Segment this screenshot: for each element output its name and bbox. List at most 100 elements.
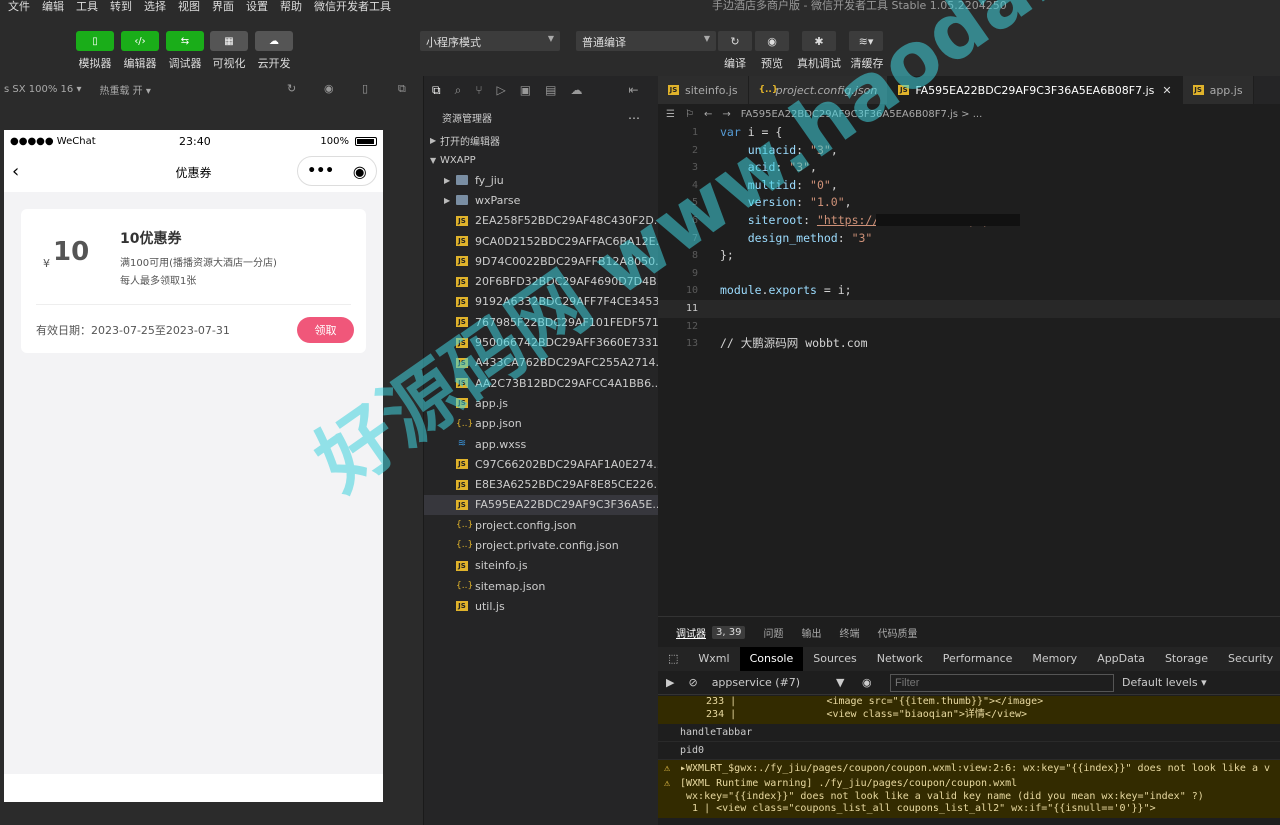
record-icon[interactable]: ◉ [324,82,334,95]
eye-icon[interactable]: ◉ [862,676,872,689]
editor-tab[interactable]: JS siteinfo.js [658,76,749,104]
debugger-toggle-button[interactable]: ⇆ [166,31,204,51]
tree-file[interactable]: {..} app.json [424,414,658,434]
real-device-debug-button[interactable]: ✱ [802,31,836,51]
back-arrow-icon[interactable]: ‹ [12,161,19,182]
mode-select[interactable]: 小程序模式 ▼ [420,31,560,51]
layout-icon: ▦ [224,35,234,47]
tab-code-quality[interactable]: 代码质量 [877,625,917,640]
tree-file[interactable]: JS E8E3A6252BDC29AF8E85CE226... [424,474,658,494]
tab-terminal[interactable]: 终端 [839,625,859,640]
source-control-icon[interactable]: ⑂ [475,83,482,97]
tree-file[interactable]: JS 20F6BFD32BDC29AF4690D7D4B... [424,271,658,291]
hotreload-select[interactable]: 热重载 开 ▾ [99,82,150,97]
cloud-func-icon[interactable]: ☁ [570,83,582,97]
clear-console-icon[interactable]: ⊘ [688,676,697,689]
panel-performance[interactable]: Performance [933,647,1023,671]
simulator-toggle-button[interactable]: ▯ [76,31,114,51]
sidebar-toggle-icon[interactable]: ▶ [666,676,674,689]
compile-select[interactable]: 普通编译 ▼ [576,31,716,51]
editor-toggle-button[interactable]: ‹/› [121,31,159,51]
menu-interface[interactable]: 界面 [212,1,234,13]
tab-debugger[interactable]: 调试器 [676,625,706,640]
outline-icon[interactable]: ▤ [545,83,556,97]
inspect-icon[interactable]: ⬚ [658,647,688,671]
popout-icon[interactable]: ⧉ [398,82,406,96]
menu-view[interactable]: 视图 [178,1,200,13]
panel-storage[interactable]: Storage [1155,647,1218,671]
tree-file[interactable]: {..} project.config.json [424,515,658,535]
bookmark-icon[interactable]: ⚐ [685,109,694,120]
tree-folder[interactable]: ▶ fy_jiu [424,170,658,190]
panel-network[interactable]: Network [867,647,933,671]
panel-console[interactable]: Console [739,647,804,671]
console-filter-input[interactable] [890,674,1114,692]
device-select[interactable]: s SX 100% 16 ▾ [4,84,81,95]
menu-help[interactable]: 帮助 [280,1,302,13]
tree-file[interactable]: JS 767985F22BDC29AF101FEDF571... [424,312,658,332]
tree-file[interactable]: JS C97C66202BDC29AFAF1A0E274... [424,454,658,474]
panel-memory[interactable]: Memory [1022,647,1087,671]
console-warning: 233 | <image src="{{item.thumb}}"></imag… [658,696,1280,724]
clear-cache-button[interactable]: ≋▾ [849,31,883,51]
rotate-icon[interactable]: ↻ [287,82,296,95]
menu-select[interactable]: 选择 [144,1,166,13]
breadcrumb-path[interactable]: FA595EA22BDC29AF9C3F36A5EA6B08F7.js > ..… [741,109,983,120]
code-line: 6 siteroot: "https://dem.../index.php", [658,212,1280,230]
editor-tab[interactable]: {..} project.config.json [748,76,889,104]
code-area[interactable]: 1 var i = { 2 uniacid: "3", 3 acid: "3", … [658,124,1280,353]
menu-file[interactable]: 文件 [8,1,30,13]
tree-file[interactable]: JS app.js [424,393,658,413]
tree-folder[interactable]: ▶ wxParse [424,190,658,210]
tree-file[interactable]: ≋ app.wxss [424,434,658,454]
files-icon[interactable]: ⧉ [432,83,441,98]
debug-run-icon[interactable]: ▷ [497,83,506,97]
tree-file[interactable]: {..} sitemap.json [424,576,658,596]
tab-output[interactable]: 输出 [801,625,821,640]
tree-file[interactable]: {..} project.private.config.json [424,535,658,555]
extensions-icon[interactable]: ▣ [520,83,531,97]
back-icon[interactable]: ← [704,109,712,120]
panel-appdata[interactable]: AppData [1087,647,1155,671]
menu-goto[interactable]: 转到 [110,1,132,13]
collapse-panel-icon[interactable]: ⇤ [628,83,638,97]
forward-icon[interactable]: → [722,109,730,120]
tree-file[interactable]: JS A433CA762BDC29AFC255A2714... [424,353,658,373]
panel-wxml[interactable]: Wxml [688,647,739,671]
workspace-root[interactable]: ▼ WXAPP [424,150,658,170]
open-editors-section[interactable]: ▶ 打开的编辑器 [424,130,658,150]
compile-button[interactable]: ↻ [718,31,752,51]
context-select[interactable]: appservice (#7) [712,676,800,689]
tree-file[interactable]: JS 9D74C0022BDC29AFFB12A8050... [424,251,658,271]
cloud-button[interactable]: ☁ [255,31,293,51]
more-actions-icon[interactable]: … [628,108,640,122]
tree-file[interactable]: JS 950066742BDC29AFF3660E7331... [424,332,658,352]
tree-file[interactable]: JS util.js [424,596,658,616]
menu-devtools[interactable]: 微信开发者工具 [314,1,391,13]
panel-sources[interactable]: Sources [803,647,867,671]
tab-problems[interactable]: 问题 [763,625,783,640]
preview-button[interactable]: ◉ [755,31,789,51]
device-icon[interactable]: ▯ [362,82,368,95]
menu-settings[interactable]: 设置 [246,1,268,13]
tree-file[interactable]: JS siteinfo.js [424,556,658,576]
editor-tab[interactable]: JS app.js [1182,76,1254,104]
levels-select[interactable]: Default levels ▾ [1122,676,1207,689]
editor-tab[interactable]: JS FA595EA22BDC29AF9C3F36A5EA6B08F7.js ✕ [888,76,1183,104]
tree-file[interactable]: JS 9CA0D2152BDC29AFFAC6BA12E... [424,231,658,251]
panel-security[interactable]: Security [1218,647,1280,671]
close-icon[interactable]: ✕ [1162,84,1171,97]
console-warning[interactable]: ⚠ ▸WXMLRT_$gwx:./fy_jiu/pages/coupon/coup… [658,760,1280,778]
visual-button[interactable]: ▦ [210,31,248,51]
close-target-icon[interactable]: ◉ [353,162,367,181]
more-dots-icon[interactable]: ••• [307,163,334,179]
menu-tools[interactable]: 工具 [76,1,98,13]
search-icon[interactable]: ⌕ [455,83,462,98]
menu-edit[interactable]: 编辑 [42,1,64,13]
list-icon[interactable]: ☰ [666,109,675,120]
tree-file[interactable]: JS 2EA258F52BDC29AF48C430F2D... [424,211,658,231]
tree-file[interactable]: JS AA2C73B12BDC29AFCC4A1BB6... [424,373,658,393]
tree-file[interactable]: JS FA595EA22BDC29AF9C3F36A5E... [424,494,658,516]
claim-coupon-button[interactable]: 领取 [297,317,354,343]
tree-file[interactable]: JS 9192A6332BDC29AFF7F4CE3453... [424,292,658,312]
